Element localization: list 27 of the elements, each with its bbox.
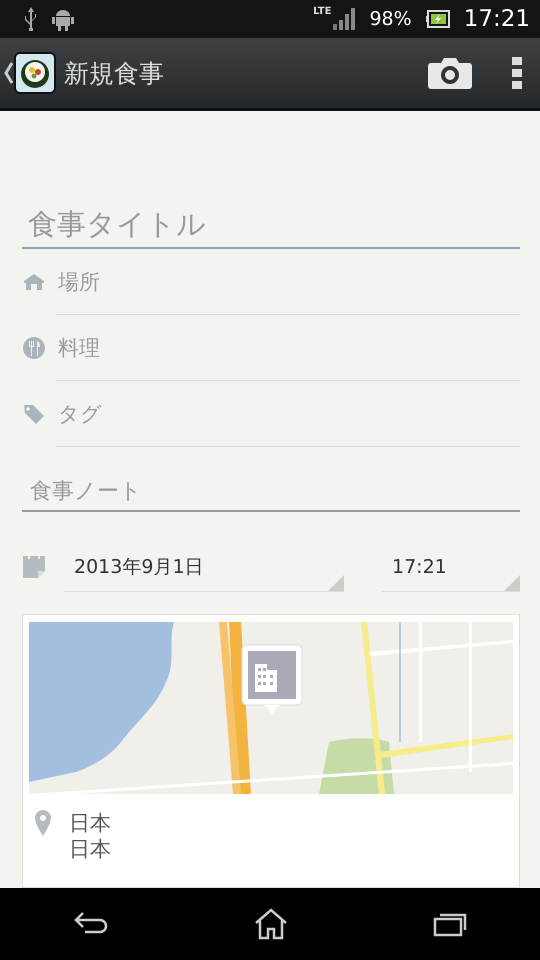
battery-percent: 98% [369,8,412,30]
location-pin-icon [35,810,51,836]
camera-icon[interactable] [428,57,472,89]
sushi-roll-icon[interactable] [14,52,56,94]
meal-note-field[interactable]: 食事ノート [22,473,520,512]
fork-knife-icon [22,336,46,360]
network-label: LTE [313,6,332,17]
signal-icon [333,8,356,30]
android-icon [52,7,74,31]
recent-apps-icon[interactable] [433,911,468,937]
dish-field[interactable]: 料理 [56,315,520,381]
place-field[interactable]: 場所 [56,249,520,315]
clock: 17:21 [464,6,530,32]
calendar-icon [22,555,46,579]
screen-title: 新規食事 [64,58,164,90]
tag-field[interactable]: タグ [56,381,520,447]
overflow-menu-icon[interactable] [512,57,522,89]
battery-icon [426,10,450,28]
time-spinner[interactable]: 17:21 [382,542,520,592]
address-line: 日本 [69,836,111,862]
tag-icon [22,402,46,426]
date-spinner[interactable]: 2013年9月1日 [64,542,344,592]
usb-icon [24,7,38,31]
home-icon[interactable] [254,908,288,940]
meal-title-field[interactable]: 食事タイトル [22,201,520,249]
address-line: 日本 [69,810,111,836]
back-caret-icon[interactable] [4,62,14,84]
